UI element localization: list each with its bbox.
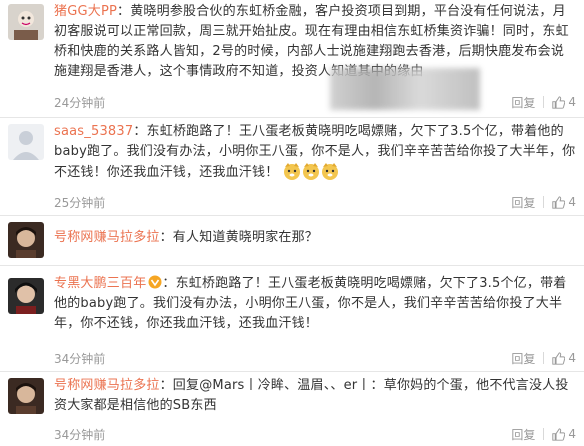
comment-actions: 回复 4: [511, 94, 576, 110]
comment-meta: 34分钟前 回复 4: [54, 350, 576, 366]
comment-meta: 25分钟前 回复 4: [54, 194, 576, 210]
like-count: 4: [568, 195, 576, 209]
comment-actions: 回复 4: [511, 194, 576, 210]
thumbs-up-icon: [552, 195, 566, 209]
avatar[interactable]: [8, 4, 44, 40]
comment-text: ：有人知道黄晓明家在那？: [159, 230, 319, 245]
comment-body: 猪GG大PP：黄晓明参股合伙的东虹桥金融，客户投资项目到期，平台没有任何说法，月…: [54, 2, 576, 82]
comment-body: 专黑大鹏三百年 ：东虹桥跑路了！王八蛋老板黄晓明吃喝嫖赌，欠下了3.5个亿，带着他…: [54, 274, 576, 334]
vip-badge-icon: [148, 275, 162, 289]
comment-body: saas_53837：东虹桥跑路了！王八蛋老板黄晓明吃喝嫖赌，欠下了3.5个亿，…: [54, 122, 576, 183]
comment-item: 号称网赚马拉多拉：回复@Mars丨冷眸、温眉、、er丨：草你妈的个蛋，他不代言没…: [0, 372, 584, 446]
username-link[interactable]: 专黑大鹏三百年: [54, 276, 146, 291]
timestamp: 34分钟前: [54, 352, 106, 366]
like-button[interactable]: 4: [552, 351, 576, 365]
avatar[interactable]: [8, 124, 44, 160]
avatar[interactable]: [8, 222, 44, 258]
comment-meta: 34分钟前 回复 4: [54, 426, 576, 442]
divider: [543, 96, 545, 108]
reply-link[interactable]: 回复: [511, 194, 535, 211]
comment-feed: 猪GG大PP：黄晓明参股合伙的东虹桥金融，客户投资项目到期，平台没有任何说法，月…: [0, 0, 584, 446]
doge-emoji-icon: [302, 163, 319, 180]
thumbs-up-icon: [552, 351, 566, 365]
like-button[interactable]: 4: [552, 195, 576, 209]
doge-emoji-icon: [283, 163, 300, 180]
divider: [543, 352, 545, 364]
username-link[interactable]: saas_53837: [54, 124, 133, 139]
like-button[interactable]: 4: [552, 427, 576, 441]
like-count: 4: [568, 351, 576, 365]
timestamp: 34分钟前: [54, 428, 106, 442]
divider: [543, 196, 545, 208]
comment-body: 号称网赚马拉多拉：回复@Mars丨冷眸、温眉、、er丨：草你妈的个蛋，他不代言没…: [54, 376, 576, 416]
avatar[interactable]: [8, 278, 44, 314]
comment-item: 猪GG大PP：黄晓明参股合伙的东虹桥金融，客户投资项目到期，平台没有任何说法，月…: [0, 0, 584, 118]
timestamp: 24分钟前: [54, 96, 106, 110]
comment-meta: 24分钟前 回复 4: [54, 94, 576, 110]
doge-emoji-icon: [321, 163, 338, 180]
emoji-group: [283, 163, 340, 180]
comment-actions: 回复 4: [511, 426, 576, 442]
like-button[interactable]: 4: [552, 95, 576, 109]
avatar[interactable]: [8, 378, 44, 414]
username-link[interactable]: 号称网赚马拉多拉: [54, 230, 160, 245]
thumbs-up-icon: [552, 427, 566, 441]
reply-link[interactable]: 回复: [511, 350, 535, 367]
comment-item: 号称网赚马拉多拉：有人知道黄晓明家在那？: [0, 216, 584, 266]
divider: [543, 428, 545, 440]
comment-body: 号称网赚马拉多拉：有人知道黄晓明家在那？: [54, 228, 576, 248]
like-count: 4: [568, 427, 576, 441]
username-link[interactable]: 号称网赚马拉多拉: [54, 378, 160, 393]
comment-text: ：黄晓明参股合伙的东虹桥金融，客户投资项目到期，平台没有任何说法，月初客服说可以…: [54, 4, 569, 79]
comment-item: saas_53837：东虹桥跑路了！王八蛋老板黄晓明吃喝嫖赌，欠下了3.5个亿，…: [0, 118, 584, 216]
reply-link[interactable]: 回复: [511, 426, 535, 443]
thumbs-up-icon: [552, 95, 566, 109]
comment-actions: 回复 4: [511, 350, 576, 366]
reply-link[interactable]: 回复: [511, 94, 535, 111]
timestamp: 25分钟前: [54, 196, 106, 210]
comment-item: 专黑大鹏三百年 ：东虹桥跑路了！王八蛋老板黄晓明吃喝嫖赌，欠下了3.5个亿，带着他…: [0, 266, 584, 372]
username-link[interactable]: 猪GG大PP: [54, 4, 117, 19]
like-count: 4: [568, 95, 576, 109]
